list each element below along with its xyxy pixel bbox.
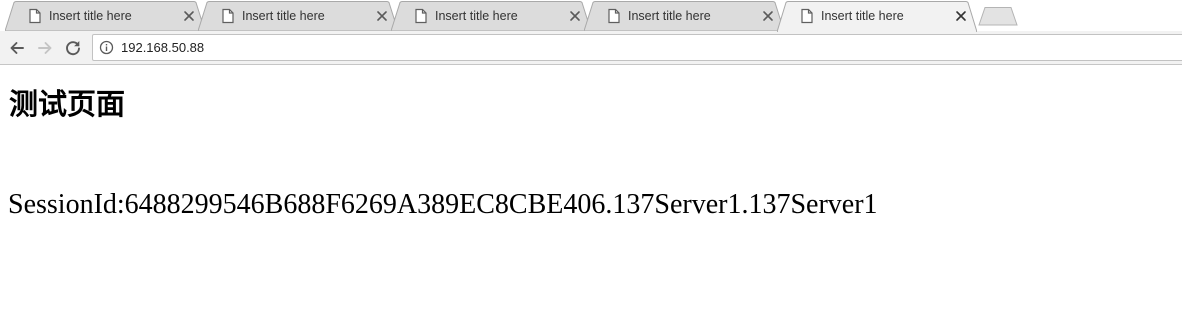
back-arrow-icon[interactable] — [7, 38, 27, 58]
address-bar[interactable]: 192.168.50.88 — [92, 34, 1182, 61]
close-icon[interactable] — [567, 8, 583, 24]
tab-5-active[interactable]: Insert title here — [777, 1, 977, 32]
page-icon — [29, 8, 41, 24]
page-icon — [415, 8, 427, 24]
close-icon[interactable] — [374, 8, 390, 24]
page-icon — [801, 8, 813, 24]
page-content: 测试页面 SessionId:6488299546B688F6269A389EC… — [0, 65, 1182, 322]
tab-1[interactable]: Insert title here — [5, 1, 205, 31]
tab-4[interactable]: Insert title here — [584, 1, 784, 31]
browser-toolbar: 192.168.50.88 — [0, 31, 1182, 65]
tab-3[interactable]: Insert title here — [391, 1, 591, 31]
tab-title: Insert title here — [242, 9, 325, 23]
tab-title: Insert title here — [628, 9, 711, 23]
tab-title: Insert title here — [49, 9, 132, 23]
new-tab-icon[interactable] — [978, 6, 1018, 26]
tab-title: Insert title here — [435, 9, 518, 23]
url-text[interactable]: 192.168.50.88 — [121, 39, 204, 56]
session-id-text: SessionId:6488299546B688F6269A389EC8CBE4… — [8, 189, 878, 220]
forward-arrow-icon[interactable] — [35, 38, 55, 58]
tab-strip: Insert title here Insert title here Inse… — [0, 0, 1182, 32]
page-icon — [608, 8, 620, 24]
close-icon[interactable] — [760, 8, 776, 24]
tab-2[interactable]: Insert title here — [198, 1, 398, 31]
page-heading: 测试页面 — [9, 87, 126, 121]
reload-icon[interactable] — [63, 38, 83, 58]
tab-title: Insert title here — [821, 9, 904, 23]
page-icon — [222, 8, 234, 24]
tab-list: Insert title here Insert title here Inse… — [0, 0, 1182, 32]
browser-window: Insert title here Insert title here Inse… — [0, 0, 1182, 322]
close-icon[interactable] — [181, 8, 197, 24]
info-icon[interactable] — [99, 40, 114, 55]
close-icon[interactable] — [953, 8, 969, 24]
